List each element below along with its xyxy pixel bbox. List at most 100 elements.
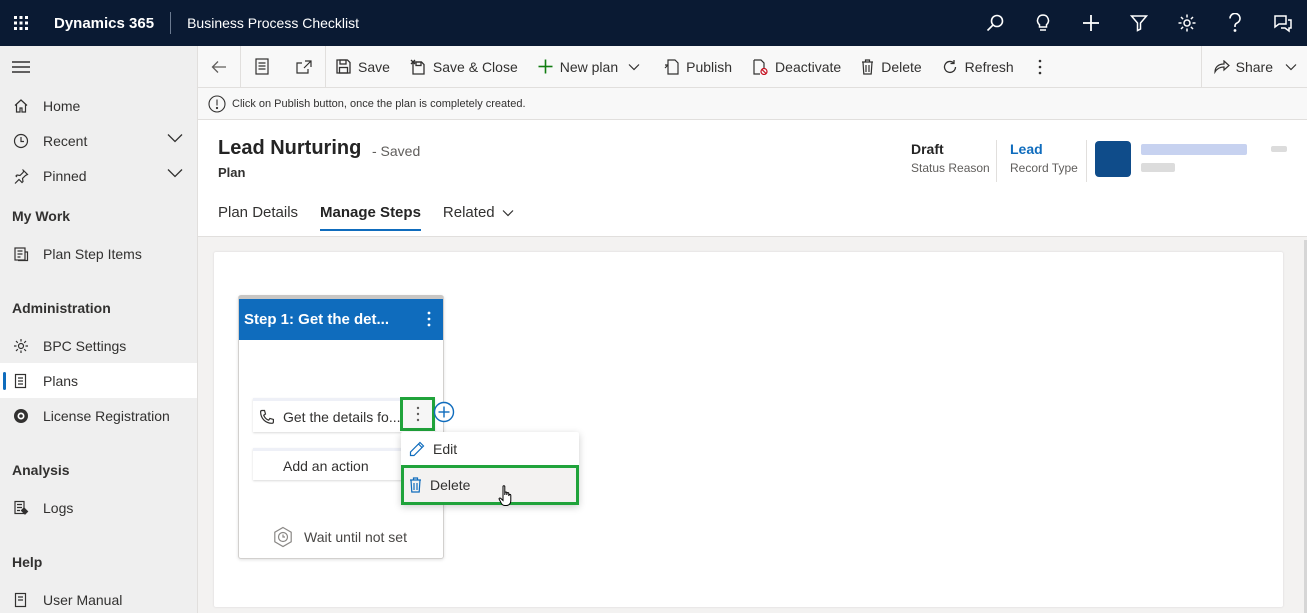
deactivate-button[interactable]: Deactivate <box>742 46 851 88</box>
sidebar-item-license-registration[interactable]: License Registration <box>0 398 197 433</box>
add-action-circle-icon[interactable] <box>433 401 455 423</box>
new-plan-button[interactable]: New plan <box>528 46 628 88</box>
hand-cursor-icon <box>498 484 516 508</box>
document-icon <box>12 372 30 390</box>
tab-manage-steps[interactable]: Manage Steps <box>320 204 421 231</box>
gear-icon[interactable] <box>1163 0 1211 46</box>
back-button[interactable] <box>198 46 240 88</box>
command-bar: Save Save & Close New plan Publish Deact… <box>198 45 1307 88</box>
help-icon[interactable] <box>1211 0 1259 46</box>
record-type-label: Record Type <box>1010 161 1078 175</box>
section-analysis: Analysis <box>12 462 70 478</box>
share-icon <box>1214 60 1230 74</box>
sidebar-item-logs[interactable]: Logs <box>0 490 197 525</box>
record-type-link[interactable]: Lead <box>1010 141 1078 157</box>
sidebar-item-bpc-settings[interactable]: BPC Settings <box>0 328 197 363</box>
app-title[interactable]: Business Process Checklist <box>171 15 359 31</box>
divider <box>1086 140 1087 182</box>
save-status: - Saved <box>372 143 421 159</box>
sidebar-item-plans[interactable]: Plans <box>0 363 197 398</box>
section-my-work: My Work <box>12 208 71 224</box>
owner-role-redacted <box>1141 163 1175 172</box>
timer-icon <box>272 526 294 548</box>
sidebar-item-label: Logs <box>43 499 74 516</box>
pin-icon <box>12 167 30 185</box>
menu-item-label: Edit <box>433 441 458 457</box>
redacted-text <box>1271 146 1287 152</box>
arrow-left-icon <box>211 60 227 74</box>
status-reason-value: Draft <box>911 141 944 157</box>
sidebar: Home Recent Pinned My Work Plan Step Ite… <box>0 46 198 613</box>
plus-icon <box>538 59 553 74</box>
trash-icon <box>409 477 422 493</box>
home-icon <box>12 97 30 115</box>
tab-related[interactable]: Related <box>443 204 514 231</box>
add-action-button[interactable]: Add an action <box>253 448 403 480</box>
chevron-down-icon[interactable] <box>167 133 183 143</box>
save-button[interactable]: Save <box>326 46 400 88</box>
sidebar-item-user-manual[interactable]: User Manual <box>0 582 197 613</box>
app-name[interactable]: Dynamics 365 <box>42 15 170 32</box>
top-bar: Dynamics 365 Business Process Checklist <box>0 0 1307 46</box>
avatar[interactable] <box>1095 141 1131 177</box>
step-title: Step 1: Get the det... <box>244 311 390 328</box>
plus-icon[interactable] <box>1067 0 1115 46</box>
deactivate-label: Deactivate <box>775 58 842 75</box>
pencil-icon <box>409 441 425 457</box>
publish-button[interactable]: Publish <box>654 46 742 88</box>
sidebar-item-label: Home <box>43 97 81 114</box>
refresh-label: Refresh <box>964 58 1014 75</box>
sidebar-item-label: Plan Step Items <box>43 245 142 262</box>
hamburger-menu-icon[interactable] <box>12 60 30 74</box>
sidebar-item-label: User Manual <box>43 591 123 608</box>
phone-icon <box>259 409 275 425</box>
action-label: Get the details fo... <box>283 408 401 425</box>
sidebar-item-pinned[interactable]: Pinned <box>0 158 197 193</box>
pop-out-icon <box>296 59 312 74</box>
more-vertical-icon <box>416 406 420 422</box>
search-icon[interactable] <box>971 0 1019 46</box>
app-launcher-icon[interactable] <box>0 0 42 46</box>
chevron-down-icon <box>502 209 514 217</box>
section-help: Help <box>12 554 43 570</box>
filter-icon[interactable] <box>1115 0 1163 46</box>
sidebar-item-recent[interactable]: Recent <box>0 123 197 158</box>
sidebar-item-label: BPC Settings <box>43 337 127 354</box>
share-label: Share <box>1235 59 1273 75</box>
tab-plan-details[interactable]: Plan Details <box>218 204 298 231</box>
form-icon <box>255 58 269 75</box>
open-new-window-button[interactable] <box>283 46 325 88</box>
action-more-button[interactable] <box>400 397 435 431</box>
sidebar-item-label: Recent <box>43 132 88 149</box>
owner-name-redacted[interactable] <box>1141 144 1247 155</box>
more-vertical-icon[interactable] <box>427 311 431 327</box>
refresh-icon <box>942 59 958 75</box>
step-header[interactable]: Step 1: Get the det... <box>239 299 443 340</box>
save-label: Save <box>358 58 390 75</box>
sidebar-item-plan-step-items[interactable]: Plan Step Items <box>0 236 197 271</box>
save-close-button[interactable]: Save & Close <box>400 46 528 88</box>
sidebar-item-label: License Registration <box>43 407 170 424</box>
record-type-field: Lead Record Type <box>1010 141 1078 175</box>
wait-condition[interactable]: Wait until not set <box>272 526 407 548</box>
share-button[interactable]: Share <box>1200 46 1307 88</box>
status-reason-field: Draft Status Reason <box>911 141 990 175</box>
menu-item-delete[interactable]: Delete <box>401 465 579 505</box>
chat-icon[interactable] <box>1259 0 1307 46</box>
new-plan-dropdown[interactable] <box>628 46 654 88</box>
menu-item-label: Delete <box>430 477 471 493</box>
more-commands-button[interactable] <box>1024 46 1056 88</box>
lightbulb-icon[interactable] <box>1019 0 1067 46</box>
more-vertical-icon <box>1038 59 1042 75</box>
chevron-down-icon[interactable] <box>167 168 183 178</box>
record-tabs: Plan Details Manage Steps Related <box>218 204 536 231</box>
refresh-button[interactable]: Refresh <box>932 46 1024 88</box>
delete-button[interactable]: Delete <box>851 46 931 88</box>
log-icon <box>12 499 30 517</box>
form-view-button[interactable] <box>241 46 283 88</box>
notification-bar: Click on Publish button, once the plan i… <box>198 88 1307 120</box>
gear-icon <box>12 337 30 355</box>
deactivate-icon <box>752 58 768 75</box>
sidebar-item-home[interactable]: Home <box>0 88 197 123</box>
menu-item-edit[interactable]: Edit <box>401 432 579 466</box>
